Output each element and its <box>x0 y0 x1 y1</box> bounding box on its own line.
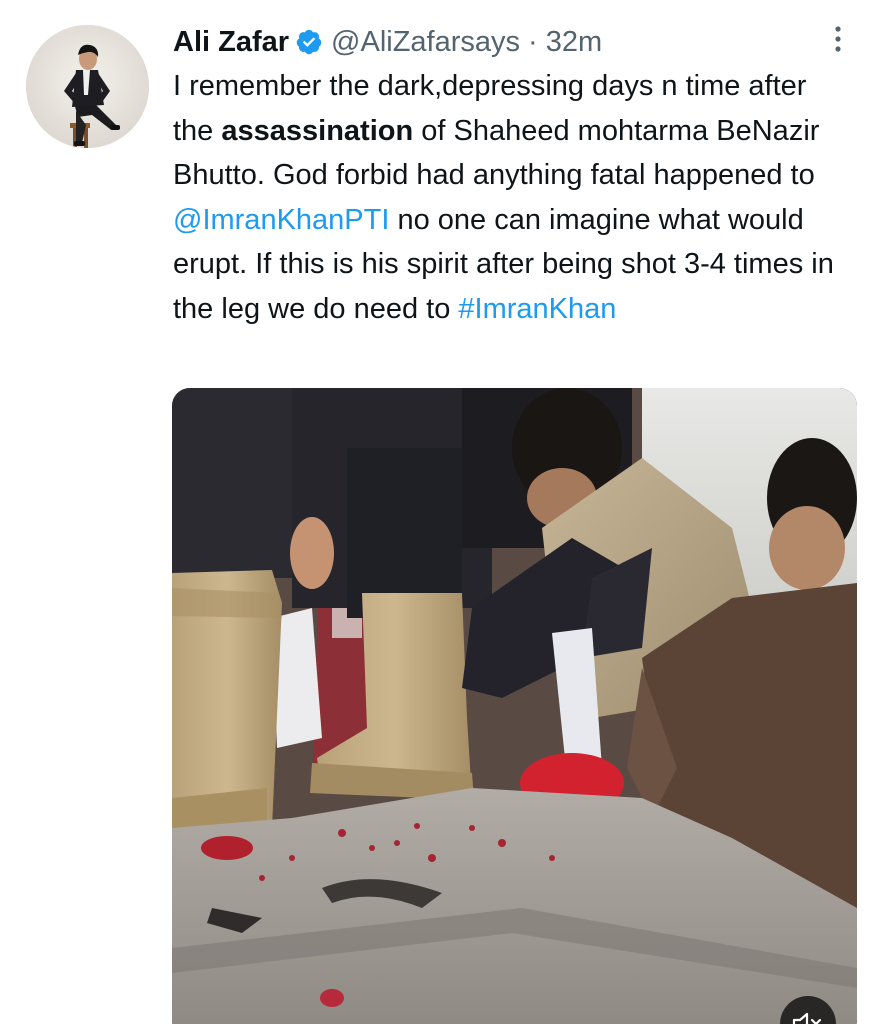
tweet[interactable]: Ali Zafar @AliZafarsays · 32m I remember… <box>0 0 884 1024</box>
hashtag-link[interactable]: #ImranKhan <box>458 293 616 325</box>
more-options-icon[interactable] <box>826 22 850 56</box>
tweet-text: I remember the dark,depressing days n ti… <box>173 64 853 332</box>
video-frame <box>172 388 857 1024</box>
tweet-header: Ali Zafar @AliZafarsays · 32m <box>173 20 602 64</box>
tweet-text-bold: assassination <box>221 114 414 147</box>
avatar[interactable] <box>26 25 149 148</box>
verified-badge-icon <box>295 28 323 56</box>
header-separator: · <box>528 25 538 58</box>
avatar-image <box>26 25 149 148</box>
display-name[interactable]: Ali Zafar <box>173 26 289 59</box>
video-player[interactable] <box>172 388 857 1024</box>
tweet-timestamp[interactable]: 32m <box>546 26 602 59</box>
volume-muted-icon[interactable] <box>780 996 836 1024</box>
mention-link[interactable]: @ImranKhanPTI <box>173 204 389 236</box>
user-handle[interactable]: @AliZafarsays <box>331 26 520 59</box>
